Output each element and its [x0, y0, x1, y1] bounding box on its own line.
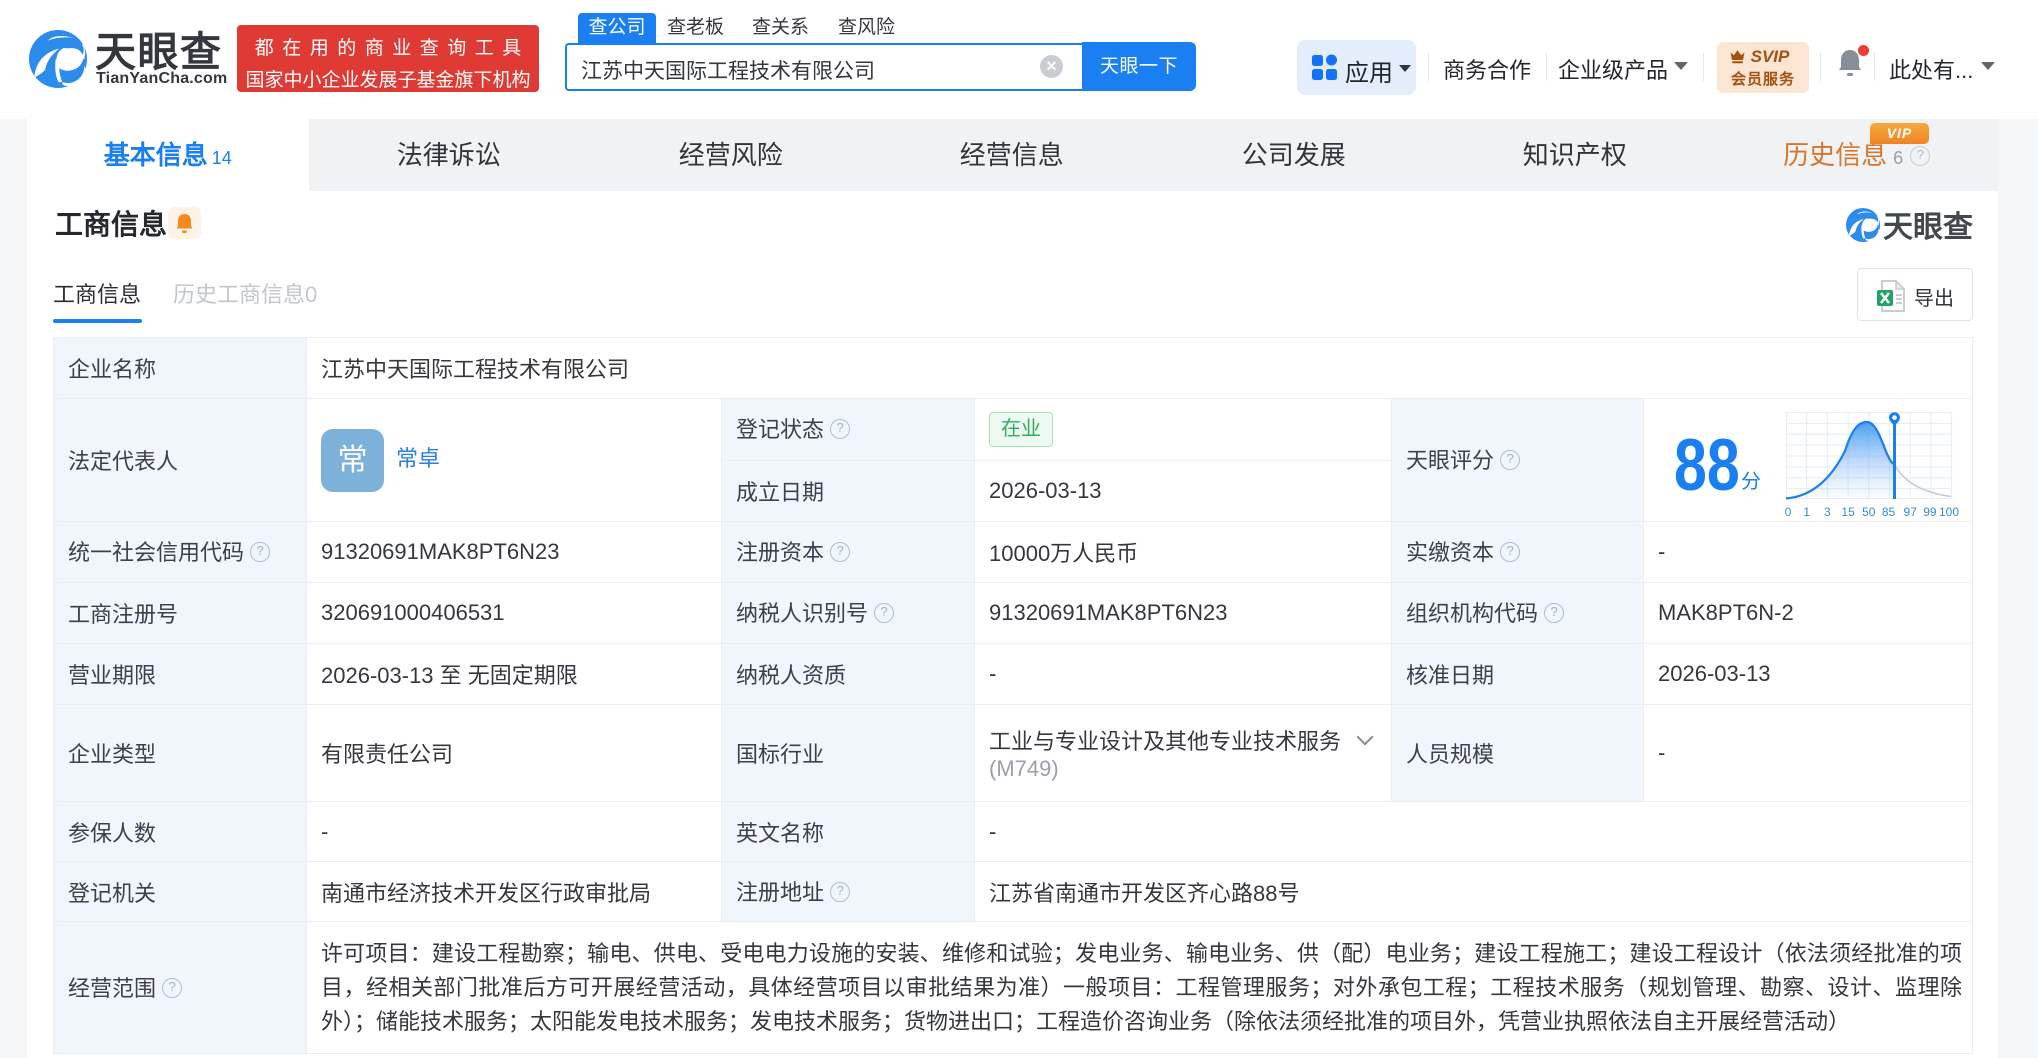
svg-text:15: 15: [1841, 505, 1855, 519]
svg-text:1: 1: [1803, 505, 1810, 519]
svg-text:85: 85: [1882, 505, 1896, 519]
svg-text:97: 97: [1904, 505, 1918, 519]
svg-text:50: 50: [1862, 505, 1876, 519]
svg-text:100: 100: [1939, 505, 1959, 519]
svg-text:3: 3: [1824, 505, 1831, 519]
svg-text:0: 0: [1785, 505, 1792, 519]
svg-text:99: 99: [1923, 505, 1937, 519]
